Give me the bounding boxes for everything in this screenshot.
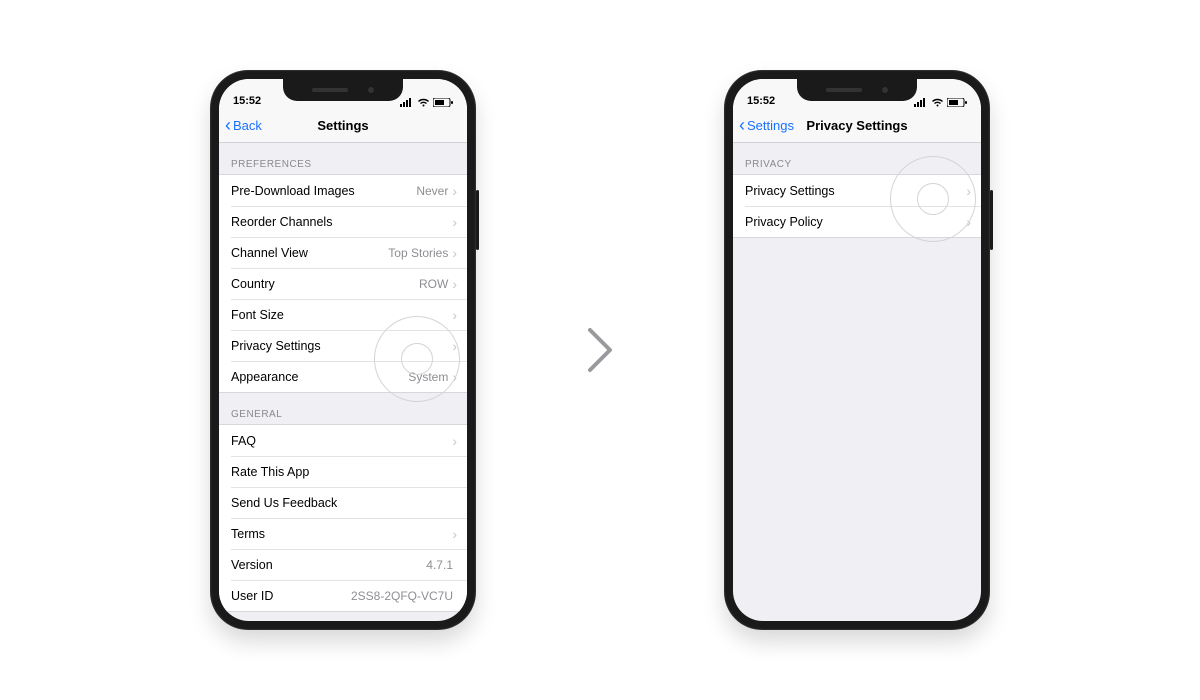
row-label: Send Us Feedback: [231, 496, 457, 510]
row-version: Version 4.7.1: [219, 549, 467, 580]
transition-arrow-icon: [586, 326, 614, 374]
row-value: Top Stories: [388, 246, 448, 260]
chevron-right-icon: ›: [452, 527, 457, 541]
general-group: FAQ › Rate This App Send Us Feedback Ter…: [219, 424, 467, 612]
chevron-right-icon: ›: [452, 339, 457, 353]
row-send-us-feedback[interactable]: Send Us Feedback: [219, 487, 467, 518]
row-label: Privacy Policy: [745, 215, 966, 229]
chevron-right-icon: ›: [452, 215, 457, 229]
screen: 15:52 ‹ Back Set: [219, 79, 467, 621]
chevron-right-icon: ›: [452, 246, 457, 260]
chevron-left-icon: ‹: [225, 116, 231, 134]
page-title: Settings: [317, 118, 368, 133]
row-label: User ID: [231, 589, 351, 603]
cellular-signal-icon: [914, 98, 928, 107]
privacy-group: Privacy Settings › Privacy Policy ›: [733, 174, 981, 238]
preferences-group: Pre-Download Images Never › Reorder Chan…: [219, 174, 467, 393]
section-header-preferences: PREFERENCES: [219, 143, 467, 174]
section-header-privacy: PRIVACY: [733, 143, 981, 174]
battery-icon: [433, 98, 453, 107]
row-channel-view[interactable]: Channel View Top Stories ›: [219, 237, 467, 268]
row-privacy-policy[interactable]: Privacy Policy ›: [733, 206, 981, 237]
row-rate-this-app[interactable]: Rate This App: [219, 456, 467, 487]
battery-icon: [947, 98, 967, 107]
device-notch: [797, 79, 917, 101]
page-title: Privacy Settings: [806, 118, 907, 133]
chevron-right-icon: ›: [966, 184, 971, 198]
screen: 15:52 ‹ Settings: [733, 79, 981, 621]
status-time: 15:52: [233, 95, 261, 107]
phone-privacy: 15:52 ‹ Settings: [724, 70, 990, 630]
status-time: 15:52: [747, 95, 775, 107]
row-label: Channel View: [231, 246, 388, 260]
row-value: 4.7.1: [426, 558, 453, 572]
row-privacy-settings[interactable]: Privacy Settings ›: [733, 175, 981, 206]
back-button[interactable]: ‹ Settings: [739, 117, 794, 135]
chevron-right-icon: ›: [452, 308, 457, 322]
wifi-icon: [931, 98, 944, 107]
chevron-right-icon: ›: [452, 184, 457, 198]
chevron-right-icon: ›: [452, 370, 457, 384]
section-header-general: GENERAL: [219, 393, 467, 424]
back-label: Back: [233, 118, 262, 133]
row-value: Never: [416, 184, 448, 198]
back-label: Settings: [747, 118, 794, 133]
row-value: ROW: [419, 277, 448, 291]
chevron-left-icon: ‹: [739, 116, 745, 134]
row-reorder-channels[interactable]: Reorder Channels ›: [219, 206, 467, 237]
row-faq[interactable]: FAQ ›: [219, 425, 467, 456]
row-font-size[interactable]: Font Size ›: [219, 299, 467, 330]
row-label: Terms: [231, 527, 452, 541]
row-label: Appearance: [231, 370, 408, 384]
wifi-icon: [417, 98, 430, 107]
cellular-signal-icon: [400, 98, 414, 107]
navigation-bar: ‹ Settings Privacy Settings: [733, 109, 981, 143]
row-label: Font Size: [231, 308, 452, 322]
row-label: Reorder Channels: [231, 215, 452, 229]
row-label: Version: [231, 558, 426, 572]
chevron-right-icon: ›: [452, 277, 457, 291]
row-terms[interactable]: Terms ›: [219, 518, 467, 549]
device-notch: [283, 79, 403, 101]
row-label: Rate This App: [231, 465, 457, 479]
chevron-right-icon: ›: [966, 215, 971, 229]
row-label: Privacy Settings: [231, 339, 452, 353]
row-label: Privacy Settings: [745, 184, 966, 198]
row-label: Country: [231, 277, 419, 291]
chevron-right-icon: ›: [452, 434, 457, 448]
row-pre-download-images[interactable]: Pre-Download Images Never ›: [219, 175, 467, 206]
row-country[interactable]: Country ROW ›: [219, 268, 467, 299]
row-privacy-settings[interactable]: Privacy Settings ›: [219, 330, 467, 361]
row-value: 2SS8-2QFQ-VC7U: [351, 589, 453, 603]
row-label: FAQ: [231, 434, 452, 448]
back-button[interactable]: ‹ Back: [225, 117, 262, 135]
navigation-bar: ‹ Back Settings: [219, 109, 467, 143]
phone-settings: 15:52 ‹ Back Set: [210, 70, 476, 630]
row-user-id: User ID 2SS8-2QFQ-VC7U: [219, 580, 467, 611]
row-value: System: [408, 370, 448, 384]
row-appearance[interactable]: Appearance System ›: [219, 361, 467, 392]
row-label: Pre-Download Images: [231, 184, 416, 198]
